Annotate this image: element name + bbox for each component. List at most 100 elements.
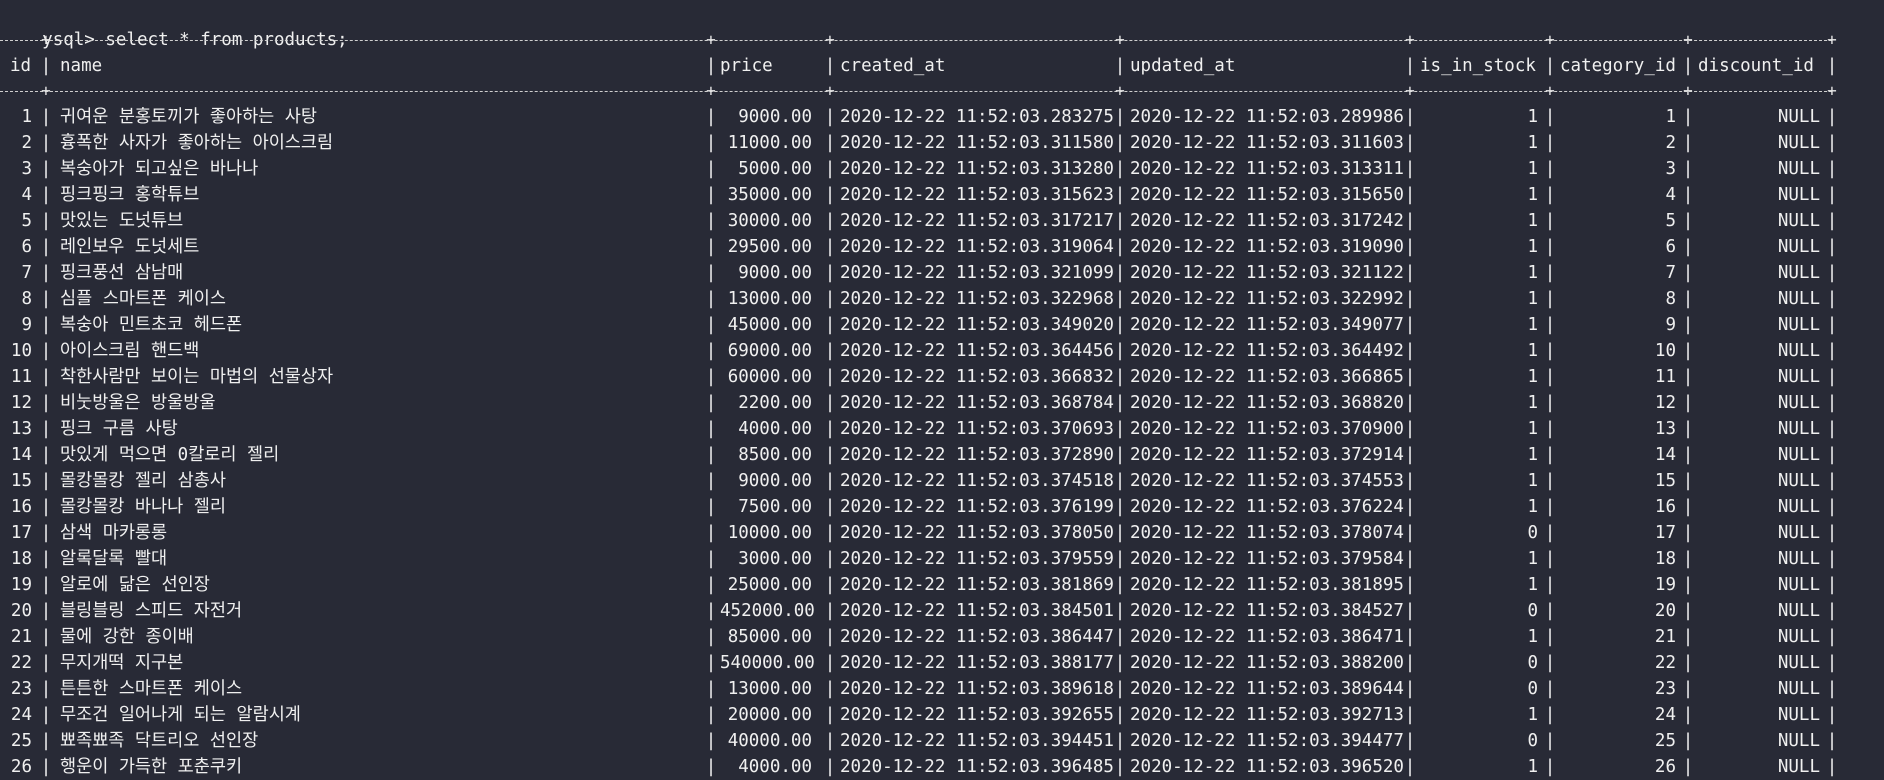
cell-created-at: 2020-12-22 11:52:03.386447 xyxy=(840,627,1114,647)
cell-id: 11 xyxy=(10,367,32,387)
cell-updated-at: 2020-12-22 11:52:03.315650 xyxy=(1130,185,1404,205)
column-divider: | xyxy=(705,393,717,413)
column-divider: | xyxy=(1544,341,1556,361)
cell-is-in-stock: 1 xyxy=(1527,757,1538,777)
command-line[interactable]: ysql> select * from products; xyxy=(0,1,348,50)
cell-category-id: 19 xyxy=(1654,575,1676,595)
table-border-header-corner: + xyxy=(1545,81,1555,100)
cell-discount-id: NULL xyxy=(1777,497,1820,517)
column-divider: | xyxy=(1544,237,1556,257)
cell-id: 14 xyxy=(10,445,32,465)
cell-discount-id: NULL xyxy=(1777,107,1820,127)
cell-category-id: 1 xyxy=(1665,107,1676,127)
column-divider: | xyxy=(705,549,717,569)
column-divider: | xyxy=(40,133,52,153)
cell-category-id: 20 xyxy=(1654,601,1676,621)
column-divider: | xyxy=(40,211,52,231)
cell-is-in-stock: 1 xyxy=(1527,445,1538,465)
table-border-top xyxy=(0,40,1832,41)
cell-discount-id: NULL xyxy=(1777,133,1820,153)
cell-updated-at: 2020-12-22 11:52:03.376224 xyxy=(1130,497,1404,517)
cell-id: 18 xyxy=(10,549,32,569)
column-divider: | xyxy=(1544,497,1556,517)
terminal-window[interactable]: ysql> select * from products; + + + + + + + + id… xyxy=(0,0,1884,780)
column-divider: | xyxy=(824,393,836,413)
column-divider: | xyxy=(705,679,717,699)
column-divider: | xyxy=(705,56,717,76)
cell-created-at: 2020-12-22 11:52:03.311580 xyxy=(840,133,1114,153)
cell-created-at: 2020-12-22 11:52:03.349020 xyxy=(840,315,1114,335)
column-divider: | xyxy=(824,237,836,257)
column-divider: | xyxy=(1682,471,1694,491)
column-divider: | xyxy=(1544,705,1556,725)
column-divider: | xyxy=(1404,393,1416,413)
column-divider: | xyxy=(1404,159,1416,179)
cell-price: 7500.00 xyxy=(738,497,812,517)
cell-is-in-stock: 1 xyxy=(1527,471,1538,491)
column-divider: | xyxy=(824,575,836,595)
column-divider: | xyxy=(705,315,717,335)
column-divider: | xyxy=(1114,523,1126,543)
cell-id: 3 xyxy=(21,159,32,179)
cell-discount-id: NULL xyxy=(1777,549,1820,569)
column-divider: | xyxy=(705,757,717,777)
column-divider: | xyxy=(40,575,52,595)
column-divider: | xyxy=(1682,627,1694,647)
cell-name: 알로에 닮은 선인장 xyxy=(60,575,210,595)
cell-category-id: 12 xyxy=(1654,393,1676,413)
column-divider: | xyxy=(40,679,52,699)
cell-is-in-stock: 1 xyxy=(1527,705,1538,725)
column-divider: | xyxy=(824,56,836,76)
column-divider: | xyxy=(40,731,52,751)
column-divider: | xyxy=(40,56,52,76)
column-header-is-in-stock: is_in_stock xyxy=(1420,56,1536,76)
cell-name: 아이스크림 핸드백 xyxy=(60,341,200,361)
cell-price: 20000.00 xyxy=(727,705,812,725)
column-divider: | xyxy=(1682,419,1694,439)
cell-discount-id: NULL xyxy=(1777,315,1820,335)
column-divider: | xyxy=(1826,757,1838,777)
cell-updated-at: 2020-12-22 11:52:03.381895 xyxy=(1130,575,1404,595)
column-divider: | xyxy=(1404,263,1416,283)
column-divider: | xyxy=(40,705,52,725)
column-divider: | xyxy=(40,185,52,205)
table-border-top-corner: + xyxy=(1545,30,1555,49)
cell-discount-id: NULL xyxy=(1777,757,1820,777)
cell-name: 무지개떡 지구본 xyxy=(60,653,184,673)
column-divider: | xyxy=(1682,263,1694,283)
cell-price: 69000.00 xyxy=(727,341,812,361)
cell-updated-at: 2020-12-22 11:52:03.364492 xyxy=(1130,341,1404,361)
cell-is-in-stock: 1 xyxy=(1527,133,1538,153)
column-divider: | xyxy=(1114,601,1126,621)
cell-price: 4000.00 xyxy=(738,757,812,777)
cell-category-id: 21 xyxy=(1654,627,1676,647)
cell-name: 핑크 구름 사탕 xyxy=(60,419,178,439)
cell-id: 6 xyxy=(21,237,32,257)
column-divider: | xyxy=(705,705,717,725)
column-divider: | xyxy=(1544,315,1556,335)
column-divider: | xyxy=(1682,497,1694,517)
column-divider: | xyxy=(1682,393,1694,413)
column-divider: | xyxy=(1114,705,1126,725)
column-divider: | xyxy=(1114,757,1126,777)
column-divider: | xyxy=(1404,185,1416,205)
cell-is-in-stock: 1 xyxy=(1527,263,1538,283)
cell-category-id: 18 xyxy=(1654,549,1676,569)
cell-price: 3000.00 xyxy=(738,549,812,569)
column-divider: | xyxy=(40,393,52,413)
column-divider: | xyxy=(40,653,52,673)
cell-category-id: 2 xyxy=(1665,133,1676,153)
cell-category-id: 25 xyxy=(1654,731,1676,751)
column-divider: | xyxy=(1404,679,1416,699)
column-divider: | xyxy=(1826,471,1838,491)
column-divider: | xyxy=(1544,549,1556,569)
cell-is-in-stock: 1 xyxy=(1527,107,1538,127)
cell-updated-at: 2020-12-22 11:52:03.386471 xyxy=(1130,627,1404,647)
column-divider: | xyxy=(1404,523,1416,543)
column-divider: | xyxy=(1682,159,1694,179)
column-divider: | xyxy=(1826,263,1838,283)
cell-updated-at: 2020-12-22 11:52:03.319090 xyxy=(1130,237,1404,257)
cell-is-in-stock: 0 xyxy=(1527,601,1538,621)
cell-created-at: 2020-12-22 11:52:03.321099 xyxy=(840,263,1114,283)
cell-price: 40000.00 xyxy=(727,731,812,751)
